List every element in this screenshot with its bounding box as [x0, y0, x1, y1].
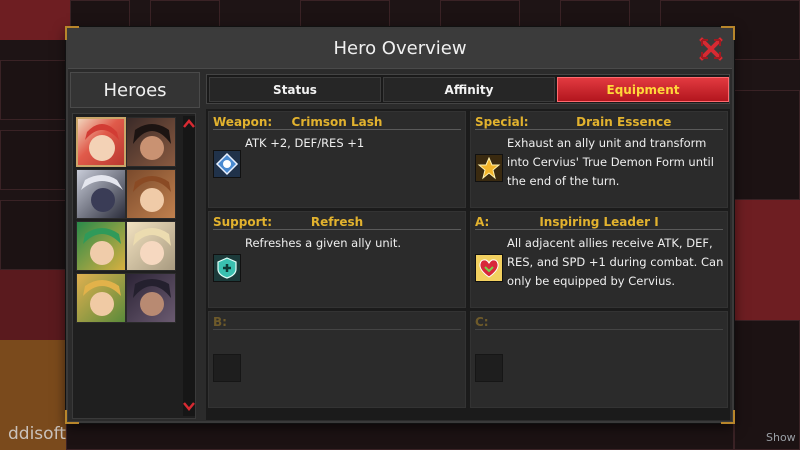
hero-portrait-3[interactable]	[76, 169, 126, 219]
skill-b-slot-label: B:	[213, 315, 227, 329]
special-slot-label: Special:	[475, 115, 529, 129]
hero-face-icon	[83, 280, 121, 316]
heroes-header: Heroes	[70, 72, 200, 108]
tab-bar: Status Affinity Equipment	[206, 74, 730, 104]
skill-a-icon	[475, 254, 503, 282]
scroll-down-button[interactable]	[183, 400, 195, 412]
skill-a-description: All adjacent allies receive ATK, DEF, RE…	[507, 236, 724, 288]
weapon-description: ATK +2, DEF/RES +1	[245, 136, 365, 150]
scroll-up-button[interactable]	[183, 118, 195, 130]
tab-affinity[interactable]: Affinity	[383, 77, 555, 102]
support-description: Refreshes a given ally unit.	[245, 236, 402, 250]
heroes-scrollbar[interactable]	[183, 116, 195, 416]
hero-portrait-2[interactable]	[126, 117, 176, 167]
empty-slot-icon	[213, 354, 241, 382]
weapon-header: Weapon: Crimson Lash	[213, 114, 461, 130]
close-button[interactable]	[698, 36, 724, 62]
hero-portrait-1[interactable]	[76, 117, 126, 167]
support-icon	[213, 254, 241, 282]
hero-portrait-6[interactable]	[126, 221, 176, 271]
skill-c-header: C:	[475, 314, 723, 330]
window-title: Hero Overview	[333, 38, 467, 59]
chevron-up-icon	[183, 119, 195, 128]
hero-face-icon	[81, 175, 123, 212]
chevron-down-icon	[183, 402, 195, 411]
skill-b-header: B:	[213, 314, 461, 330]
hero-portrait-4[interactable]	[126, 169, 176, 219]
skill-a-card[interactable]: A: Inspiring Leader I All adjacent allie…	[470, 211, 728, 308]
tab-label: Affinity	[444, 82, 494, 97]
special-icon	[475, 154, 503, 182]
support-header: Support: Refresh	[213, 214, 461, 230]
hero-portrait-5[interactable]	[76, 221, 126, 271]
heroes-title: Heroes	[103, 79, 167, 101]
skill-a-header: A: Inspiring Leader I	[475, 214, 723, 230]
support-slot-label: Support:	[213, 215, 273, 229]
hero-face-icon	[85, 124, 119, 161]
empty-slot-icon	[475, 354, 503, 382]
hero-face-icon	[133, 124, 171, 160]
watermark-text: ddisoft	[8, 424, 66, 444]
weapon-card[interactable]: Weapon: Crimson Lash ATK +2, DEF/RES +1	[208, 111, 466, 208]
hero-overview-window: Hero Overview Heroes Status Affinity Equ…	[65, 26, 735, 424]
special-header: Special: Drain Essence	[475, 114, 723, 130]
skill-a-slot-label: A:	[475, 215, 490, 229]
hero-face-icon	[133, 279, 171, 316]
heroes-list	[72, 113, 196, 419]
special-name: Drain Essence	[576, 115, 672, 129]
hero-portrait-7[interactable]	[76, 273, 126, 323]
weapon-name: Crimson Lash	[291, 115, 383, 129]
special-card[interactable]: Special: Drain Essence Exhaust an ally u…	[470, 111, 728, 208]
tab-label: Status	[273, 82, 317, 97]
support-card[interactable]: Support: Refresh Refreshes a given ally …	[208, 211, 466, 308]
weapon-icon	[213, 150, 241, 178]
equipment-panel: Weapon: Crimson Lash ATK +2, DEF/RES +1 …	[206, 109, 730, 420]
skill-b-card[interactable]: B:	[208, 311, 466, 408]
tab-status[interactable]: Status	[209, 77, 381, 102]
close-icon	[699, 37, 723, 61]
hero-portrait-8[interactable]	[126, 273, 176, 323]
skill-a-name: Inspiring Leader I	[539, 215, 659, 229]
support-name: Refresh	[310, 215, 364, 229]
tab-equipment[interactable]: Equipment	[557, 77, 729, 102]
skill-c-card[interactable]: C:	[470, 311, 728, 408]
hero-face-icon	[133, 176, 171, 212]
show-label[interactable]: Show	[766, 431, 796, 444]
hero-face-icon	[83, 228, 121, 265]
weapon-slot-label: Weapon:	[213, 115, 273, 129]
tab-label: Equipment	[606, 82, 680, 97]
special-description: Exhaust an ally unit and transform into …	[507, 136, 714, 188]
hero-face-icon	[133, 228, 171, 265]
skill-c-slot-label: C:	[475, 315, 489, 329]
window-header: Hero Overview	[68, 29, 732, 69]
